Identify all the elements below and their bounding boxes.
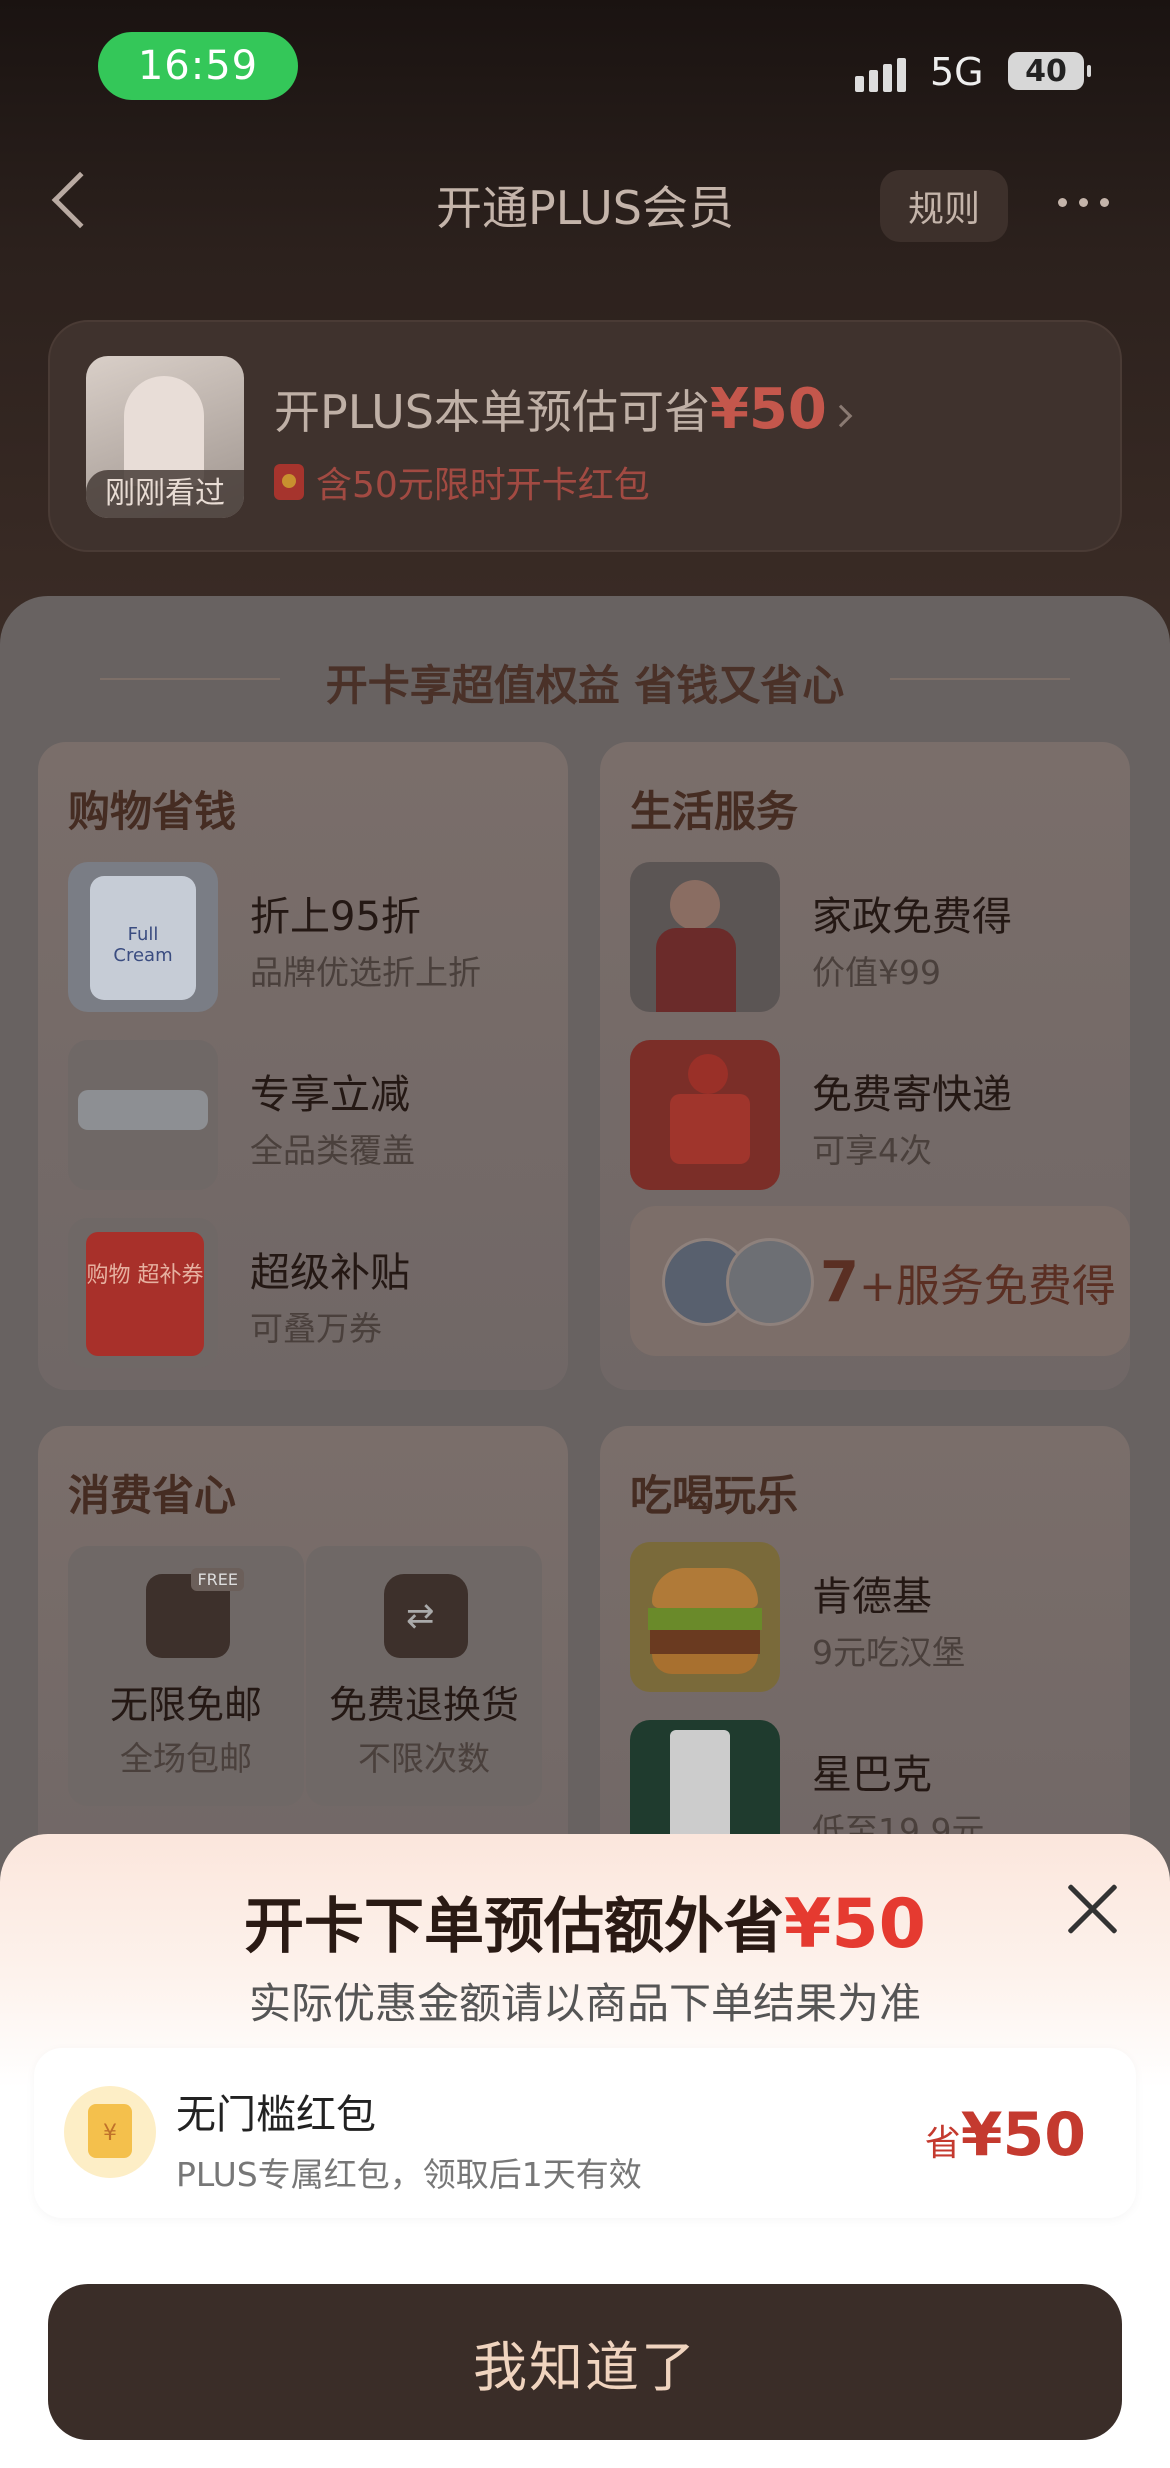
banner-sub-text: 含50元限时开卡红包: [316, 465, 650, 506]
housekeeping-image: [630, 862, 780, 1012]
shopping-title: 购物省钱: [68, 787, 237, 836]
coupon-name: 无门槛红包: [176, 2092, 376, 2138]
benefit-item[interactable]: 免费寄快递 可享4次: [630, 1040, 1130, 1190]
status-time: 16:59: [98, 32, 298, 100]
benefit-name: 星巴克: [812, 1752, 932, 1798]
consume-title: 消费省心: [68, 1471, 237, 1520]
sheet-subtitle: 实际优惠金额请以商品下单结果为准: [248, 1979, 921, 2028]
subsidy-coupon-image: 购物 超补券: [68, 1218, 218, 1368]
battery-icon: 40: [1008, 52, 1091, 90]
benefits-title: 开卡享超值权益 省钱又省心: [325, 661, 845, 710]
life-panel: 生活服务 家政免费得 价值¥99 免费寄快递 可享4次 7+服务免费得: [600, 742, 1130, 1390]
red-packet-icon: ¥: [64, 2086, 156, 2178]
perk-desc: 不限次数: [358, 1739, 490, 1778]
benefit-item[interactable]: 专享立减 全品类覆盖: [68, 1040, 568, 1190]
milk-powder-image: Full Cream: [68, 862, 218, 1012]
exchange-bag-icon: ⇄: [384, 1574, 468, 1658]
close-icon[interactable]: [1066, 1882, 1120, 1936]
got-it-button[interactable]: 我知道了: [48, 2284, 1122, 2440]
banner-headline: 开PLUS本单预估可省¥50: [274, 376, 853, 442]
benefit-item[interactable]: 家政免费得 价值¥99: [630, 862, 1130, 1012]
perk-name: 无限免邮: [109, 1683, 262, 1727]
fun-title: 吃喝玩乐: [630, 1471, 799, 1520]
savings-banner[interactable]: 刚刚看过 开PLUS本单预估可省¥50 含50元限时开卡红包: [48, 320, 1122, 552]
burger-image: [630, 1542, 780, 1692]
benefit-name: 专享立减: [250, 1072, 410, 1118]
benefit-desc: 可享4次: [812, 1131, 932, 1170]
coupon-desc: PLUS专属红包，领取后1天有效: [176, 2155, 642, 2194]
banner-amount: ¥50: [709, 377, 827, 442]
benefit-name: 家政免费得: [812, 894, 1012, 940]
battery-level: 40: [1025, 53, 1067, 89]
benefit-desc: 可叠万券: [250, 1309, 382, 1348]
more-services-text: 7+服务免费得: [820, 1250, 1116, 1315]
perk-desc: 全场包邮: [120, 1739, 252, 1778]
sheet-title: 开卡下单预估额外省¥50: [0, 1878, 1170, 1965]
shopping-panel: 购物省钱 Full Cream 折上95折 品牌优选折上折 专享立减 全品类覆盖…: [38, 742, 568, 1390]
benefit-desc: 品牌优选折上折: [250, 953, 481, 992]
red-packet-icon: [274, 464, 304, 500]
benefit-name: 超级补贴: [250, 1250, 410, 1296]
benefit-name: 折上95折: [250, 894, 421, 940]
rules-button[interactable]: 规则: [880, 170, 1008, 242]
benefit-name: 肯德基: [812, 1574, 932, 1620]
life-title: 生活服务: [630, 787, 799, 836]
network-label: 5G: [930, 50, 984, 94]
more-services-pill[interactable]: 7+服务免费得: [630, 1206, 1130, 1356]
benefit-item[interactable]: 肯德基 9元吃汉堡: [630, 1542, 1130, 1692]
banner-subline: 含50元限时开卡红包: [274, 456, 650, 508]
perk-name: 免费退换货: [328, 1683, 519, 1727]
coupon-save-amount: 省¥50: [924, 2100, 1086, 2170]
coupon-card: ¥ 无门槛红包 PLUS专属红包，领取后1天有效 省¥50: [34, 2048, 1136, 2218]
truck-icon: FREE: [146, 1568, 244, 1658]
service-avatar: [726, 1238, 814, 1326]
benefit-desc: 价值¥99: [812, 953, 941, 992]
benefit-item[interactable]: Full Cream 折上95折 品牌优选折上折: [68, 862, 568, 1012]
chevron-right-icon: [829, 404, 853, 427]
mattress-image: [68, 1040, 218, 1190]
more-icon[interactable]: [1058, 198, 1109, 207]
benefit-desc: 全品类覆盖: [250, 1131, 415, 1170]
banner-headline-text: 开PLUS本单预估可省: [274, 385, 710, 439]
sheet-title-text: 开卡下单预估额外省: [244, 1892, 785, 1962]
perk-item[interactable]: ⇄ 免费退换货 不限次数: [306, 1546, 542, 1806]
perk-item[interactable]: FREE 无限免邮 全场包邮: [68, 1546, 304, 1806]
sheet-title-amount: ¥50: [784, 1885, 926, 1964]
courier-image: [630, 1040, 780, 1190]
benefit-item[interactable]: 购物 超补券 超级补贴 可叠万券: [68, 1218, 568, 1368]
product-thumbnail: 刚刚看过: [86, 356, 244, 518]
benefit-name: 免费寄快递: [812, 1072, 1012, 1118]
benefit-desc: 9元吃汉堡: [812, 1633, 965, 1672]
signal-icon: [855, 58, 906, 92]
recently-viewed-tag: 刚刚看过: [86, 470, 244, 518]
